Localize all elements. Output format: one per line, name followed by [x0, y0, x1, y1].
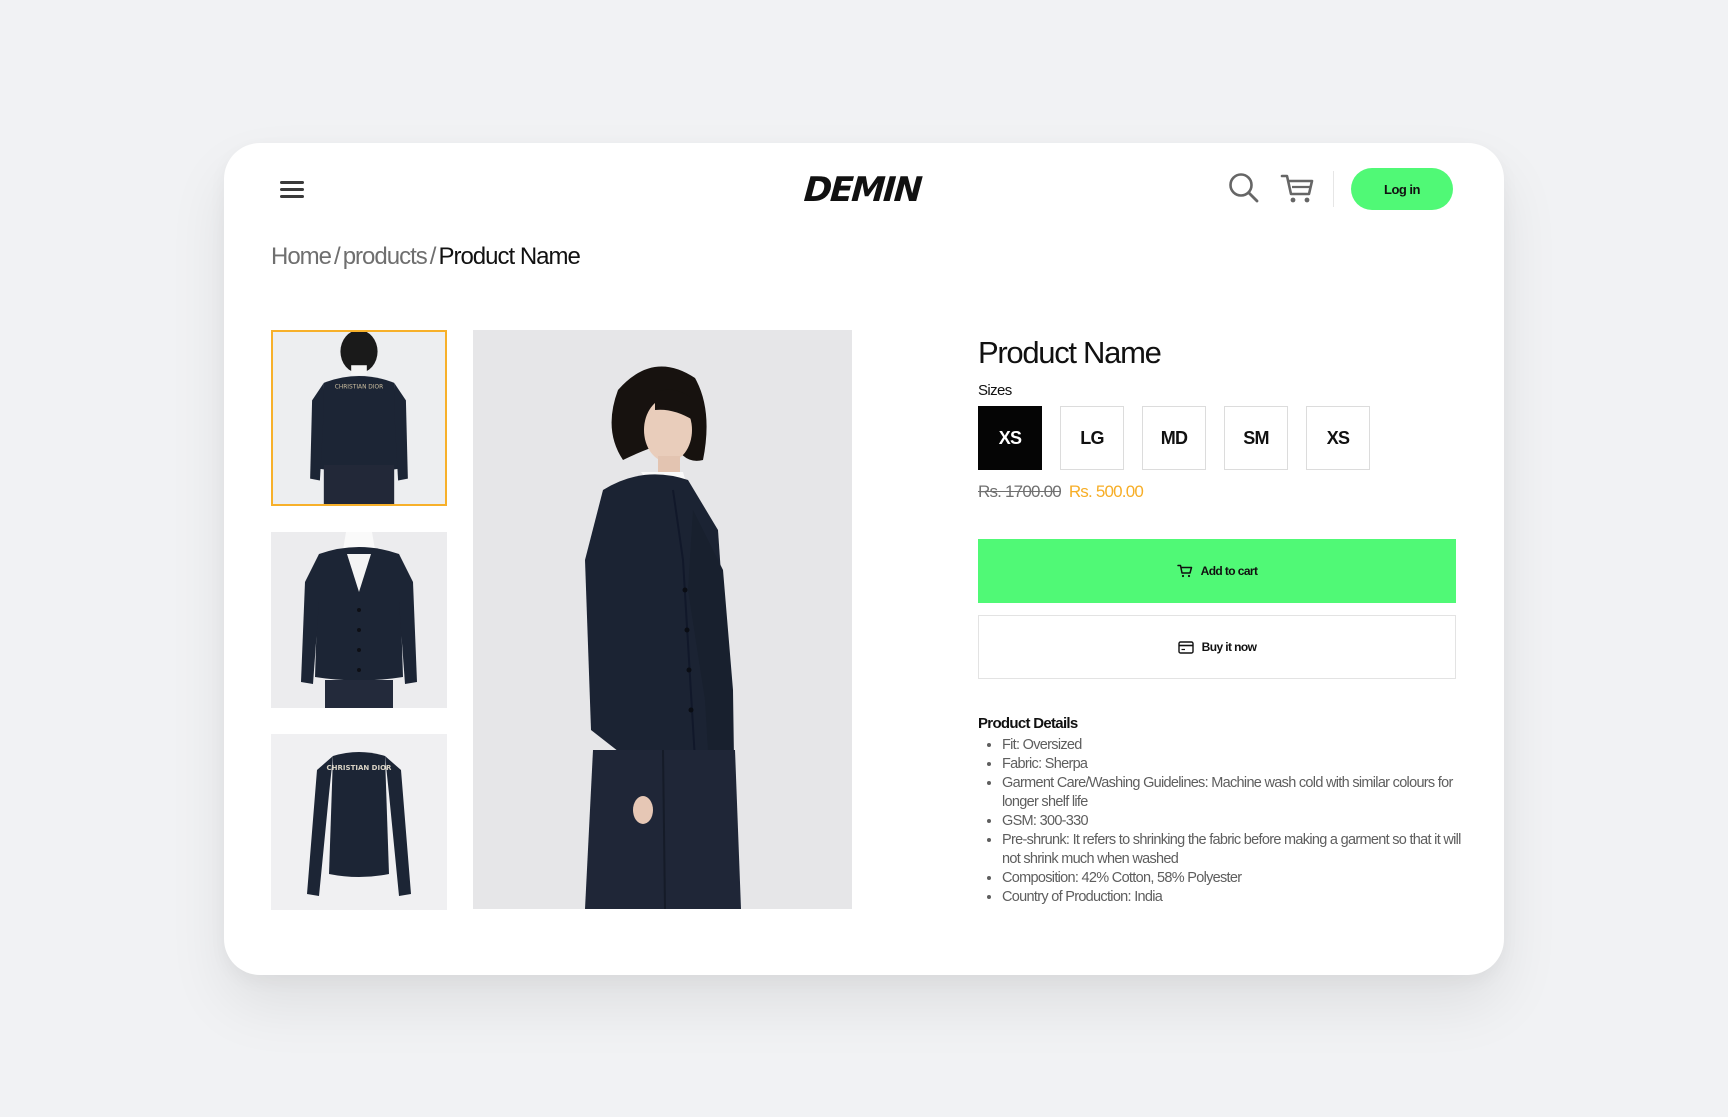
login-button[interactable]: Log in	[1351, 168, 1453, 210]
original-price: Rs. 1700.00	[978, 482, 1062, 501]
header-divider	[1333, 171, 1334, 207]
main-product-image	[473, 330, 852, 909]
detail-item-preshrunk: Pre-shrunk: It refers to shrinking the f…	[1002, 831, 1480, 869]
brand-logo[interactable]: DEMIN	[799, 165, 929, 210]
thumbnail-front-image	[271, 532, 447, 708]
thumb-print-text: CHRISTIAN DIOR	[327, 764, 392, 772]
product-details-title: Product Details	[978, 715, 1078, 732]
product-title: Product Name	[978, 335, 1162, 370]
breadcrumb-separator: /	[334, 243, 341, 270]
detail-item-fit: Fit: Oversized	[1002, 736, 1480, 755]
size-option-lg[interactable]: LG	[1060, 406, 1124, 470]
thumb-print-text: CHRISTIAN DIOR	[335, 385, 384, 391]
breadcrumb-separator: /	[429, 243, 437, 270]
buy-now-button[interactable]: Buy it now	[978, 615, 1456, 679]
breadcrumb-products[interactable]: products	[343, 243, 428, 270]
hamburger-menu-icon[interactable]	[278, 177, 306, 205]
search-icon[interactable]	[1227, 171, 1261, 205]
sale-price: Rs. 500.00	[1068, 482, 1144, 501]
size-selector: XS LG MD SM XS	[978, 406, 1370, 470]
size-option-md[interactable]: MD	[1142, 406, 1206, 470]
thumbnail-back-view[interactable]: CHRISTIAN DIOR	[271, 330, 447, 506]
product-page-card: DEMIN Log in Home / products / Product Name	[224, 143, 1504, 975]
detail-item-composition: Composition: 42% Cotton, 58% Polyester	[1002, 869, 1480, 888]
detail-item-gsm: GSM: 300-330	[1002, 812, 1480, 831]
breadcrumb: Home / products / Product Name	[271, 243, 581, 271]
product-details-list: Fit: Oversized Fabric: Sherpa Garment Ca…	[978, 736, 1480, 907]
add-to-cart-button[interactable]: Add to cart	[978, 539, 1456, 603]
thumbnail-flat-view[interactable]: CHRISTIAN DIOR	[271, 734, 447, 910]
thumbnail-back-image: CHRISTIAN DIOR	[273, 332, 445, 504]
model-side-view-image	[473, 330, 852, 909]
thumbnail-front-view[interactable]	[271, 532, 447, 708]
price-block: Rs. 1700.00 Rs. 500.00	[978, 482, 1144, 502]
add-to-cart-label: Add to cart	[1200, 564, 1258, 578]
logo-text: DEMIN	[803, 170, 924, 209]
detail-item-care: Garment Care/Washing Guidelines: Machine…	[1002, 774, 1480, 812]
sizes-label: Sizes	[978, 382, 1012, 399]
detail-item-fabric: Fabric: Sherpa	[1002, 755, 1480, 774]
detail-item-country: Country of Production: India	[1002, 888, 1480, 907]
shopping-cart-icon[interactable]	[1280, 173, 1316, 205]
breadcrumb-current: Product Name	[438, 243, 580, 270]
cart-icon	[1176, 564, 1192, 578]
size-option-sm[interactable]: SM	[1224, 406, 1288, 470]
size-option-xs[interactable]: XS	[978, 406, 1042, 470]
credit-card-icon	[1177, 640, 1194, 654]
size-option-xs-2[interactable]: XS	[1306, 406, 1370, 470]
buy-now-label: Buy it now	[1201, 640, 1257, 654]
thumbnail-flat-image: CHRISTIAN DIOR	[271, 734, 447, 910]
breadcrumb-home[interactable]: Home	[271, 243, 332, 270]
